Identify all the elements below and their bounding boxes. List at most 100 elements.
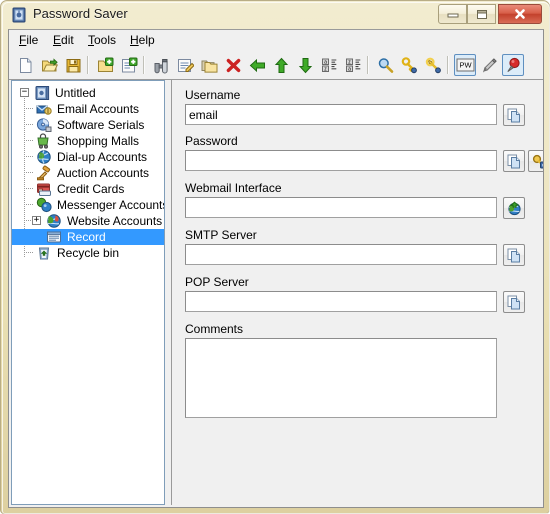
find-button[interactable] [150, 54, 172, 76]
menu-bar: File Edit Tools Help [9, 30, 543, 52]
toolbar-separator [447, 56, 449, 74]
copy-icon [507, 248, 520, 262]
move-down-button[interactable] [294, 54, 316, 76]
tree-node-email-accounts[interactable]: Email Accounts [12, 101, 164, 117]
new-document-icon [19, 57, 31, 73]
tree-node-credit-cards[interactable]: Credit Cards [12, 181, 164, 197]
tree-node-shopping-malls[interactable]: Shopping Malls [12, 133, 164, 149]
menu-file-rest: ile [26, 33, 39, 47]
new-group-button[interactable] [94, 54, 116, 76]
tree-node-record[interactable]: Record [12, 229, 164, 245]
tree-node-untitled[interactable]: − Untitled [12, 85, 164, 101]
tree-panel[interactable]: − Untitled Email Accounts Software Seria… [11, 80, 165, 505]
tree-label: Dial-up Accounts [57, 150, 148, 164]
save-file-button[interactable] [62, 54, 84, 76]
minimize-button[interactable] [438, 4, 467, 24]
expander-untitled[interactable]: − [20, 88, 29, 97]
toolbar-separator [367, 56, 369, 74]
window-title: Password Saver [33, 6, 128, 21]
credit-cards-icon [36, 181, 52, 197]
menu-edit-rest: dit [61, 33, 74, 47]
menu-help[interactable]: Help [124, 33, 161, 48]
binoculars-icon [154, 58, 168, 73]
tree-label: Recycle bin [57, 246, 120, 260]
always-on-top-button[interactable] [502, 54, 524, 76]
client-area: File Edit Tools Help a z z a PW − Untitl… [8, 29, 544, 508]
menu-tools[interactable]: Tools [82, 33, 122, 48]
tree-label: Untitled [55, 86, 96, 100]
tree-label: Software Serials [57, 118, 145, 132]
copy-record-button[interactable] [198, 54, 220, 76]
copy-smtp-button[interactable] [503, 244, 525, 266]
new-file-button[interactable] [14, 54, 36, 76]
add-record-icon [121, 57, 137, 72]
copy-username-button[interactable] [503, 104, 525, 126]
tree-node-auction-accounts[interactable]: Auction Accounts [12, 165, 164, 181]
tree-node-messenger-accounts[interactable]: Messenger Accounts [12, 197, 164, 213]
toolbar-separator [143, 56, 145, 74]
new-record-button[interactable] [118, 54, 140, 76]
webmail-interface-input[interactable] [185, 197, 497, 218]
open-file-button[interactable] [38, 54, 60, 76]
copy-pop-button[interactable] [503, 291, 525, 313]
sort-descending-button[interactable]: z a [342, 54, 364, 76]
pop-server-input[interactable] [185, 291, 497, 312]
website-accounts-icon [46, 213, 62, 229]
webmail-interface-label: Webmail Interface [185, 181, 282, 195]
delete-record-button[interactable] [222, 54, 244, 76]
menu-edit[interactable]: Edit [47, 33, 80, 48]
menu-tools-rest: ools [94, 33, 117, 47]
pane-splitter[interactable] [166, 80, 170, 505]
tree-label: Credit Cards [57, 182, 125, 196]
smtp-server-input[interactable] [185, 244, 497, 265]
add-folder-icon [97, 57, 113, 72]
key-lock-icon [532, 154, 543, 168]
sort-za-icon: z a [345, 58, 360, 72]
open-webmail-button[interactable] [503, 197, 525, 219]
detail-panel: Username Password [171, 80, 543, 505]
restore-button[interactable] [467, 4, 496, 24]
move-up-button[interactable] [270, 54, 292, 76]
comments-label: Comments [185, 322, 244, 336]
copy-icon [507, 154, 520, 168]
tree-node-dialup-accounts[interactable]: Dial-up Accounts [12, 149, 164, 165]
toolbar-separator [87, 56, 89, 74]
password-key-button[interactable] [398, 54, 420, 76]
password-label: Password [185, 134, 238, 148]
key-settings-button[interactable] [422, 54, 444, 76]
close-icon [499, 5, 541, 23]
sort-ascending-button[interactable]: a z [318, 54, 340, 76]
password-input[interactable] [185, 150, 497, 171]
email-accounts-icon [36, 101, 52, 117]
show-password-button[interactable] [528, 150, 543, 172]
tree-node-software-serials[interactable]: Software Serials [12, 117, 164, 133]
tree-node-recycle-bin[interactable]: Recycle bin [12, 245, 164, 261]
move-left-button[interactable] [246, 54, 268, 76]
svg-text:a: a [348, 66, 351, 72]
comments-textarea[interactable] [185, 338, 497, 418]
expander-website-accounts[interactable]: + [32, 216, 41, 225]
pencil-button[interactable] [478, 54, 500, 76]
open-folder-icon [41, 57, 58, 71]
smtp-server-label: SMTP Server [185, 228, 257, 242]
tree-node-website-accounts[interactable]: + Website Accounts [12, 213, 164, 229]
edit-record-button[interactable] [174, 54, 196, 76]
close-button[interactable] [498, 4, 542, 24]
delete-cross-icon [226, 58, 240, 72]
arrow-left-icon [249, 58, 265, 72]
software-serials-icon [36, 117, 52, 133]
password-generator-button[interactable]: PW [454, 54, 476, 76]
copy-password-button[interactable] [503, 150, 525, 172]
search-button[interactable] [374, 54, 396, 76]
menu-help-rest: elp [138, 33, 155, 47]
arrow-up-icon [274, 57, 288, 73]
menu-file[interactable]: File [13, 33, 44, 48]
messenger-accounts-icon [36, 197, 52, 213]
tree-label: Record [64, 229, 109, 245]
edit-note-icon [177, 58, 194, 72]
auction-accounts-icon [36, 165, 52, 181]
username-input[interactable] [185, 104, 497, 125]
title-bar[interactable]: Password Saver [1, 1, 550, 29]
toolbar: a z z a PW [9, 51, 543, 80]
globe-link-icon [507, 201, 521, 215]
